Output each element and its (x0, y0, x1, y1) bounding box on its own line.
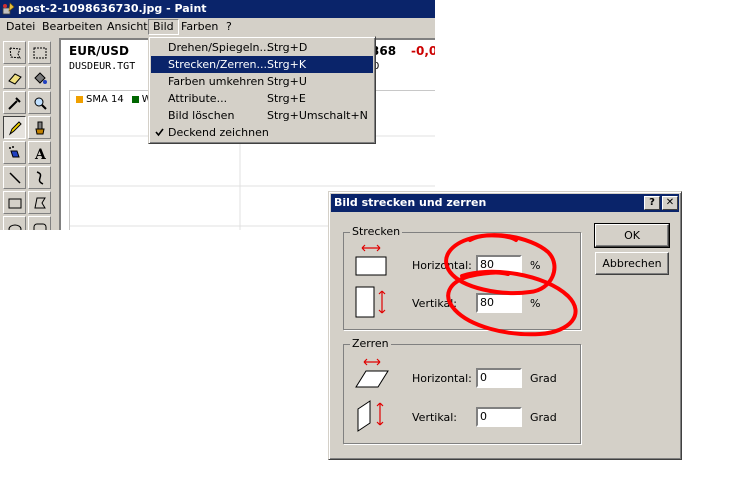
red-annotation-circles (444, 233, 578, 337)
